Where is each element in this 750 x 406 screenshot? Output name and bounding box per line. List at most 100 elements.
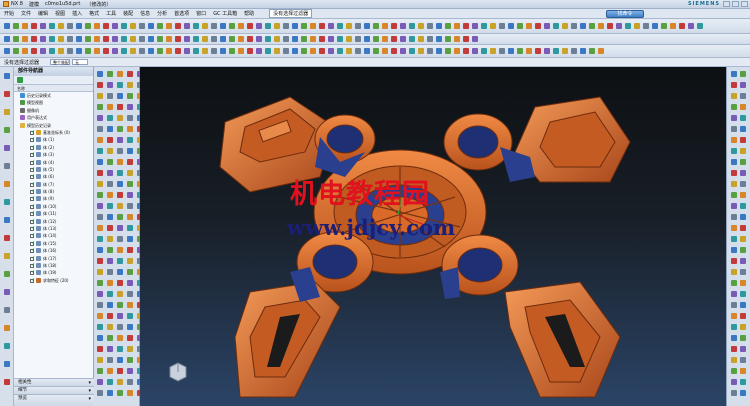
- toolbar-tool-icon[interactable]: [616, 23, 622, 29]
- feature-tool-icon[interactable]: [97, 346, 103, 352]
- toolbar-tool-icon[interactable]: [166, 36, 172, 42]
- toolbar-tool-icon[interactable]: [67, 23, 73, 29]
- feature-tool-icon[interactable]: [117, 258, 123, 264]
- feature-tool-icon[interactable]: [107, 324, 113, 330]
- toolbar-tool-icon[interactable]: [85, 48, 91, 54]
- toolbar-tool-icon[interactable]: [166, 48, 172, 54]
- feature-tool-icon[interactable]: [97, 93, 103, 99]
- toolbar-tool-icon[interactable]: [409, 36, 415, 42]
- toolbar-tool-icon[interactable]: [598, 48, 604, 54]
- toolbar-tool-icon[interactable]: [76, 48, 82, 54]
- feature-tool-icon[interactable]: [97, 390, 103, 396]
- feature-tool-icon[interactable]: [117, 159, 123, 165]
- feature-tool-icon[interactable]: [107, 148, 113, 154]
- pin-icon[interactable]: [17, 77, 23, 83]
- toolbar-tool-icon[interactable]: [409, 23, 415, 29]
- right-tool-icon[interactable]: [740, 313, 746, 319]
- toolbar-tool-icon[interactable]: [229, 48, 235, 54]
- toolbar-tool-icon[interactable]: [175, 23, 181, 29]
- feature-tool-icon[interactable]: [117, 236, 123, 242]
- toolbar-tool-icon[interactable]: [427, 48, 433, 54]
- right-tool-icon[interactable]: [740, 93, 746, 99]
- command-finder-button[interactable]: 找命令: [606, 10, 644, 18]
- menu-format[interactable]: 格式: [89, 10, 99, 17]
- tree-feature[interactable]: ✓ 体 (11): [14, 210, 93, 217]
- toolbar-tool-icon[interactable]: [40, 23, 46, 29]
- feature-tool-icon[interactable]: [127, 280, 133, 286]
- feature-tool-icon[interactable]: [127, 93, 133, 99]
- tree-feature[interactable]: ✓ 体 (3): [14, 151, 93, 158]
- feature-tool-icon[interactable]: [97, 159, 103, 165]
- toolbar-tool-icon[interactable]: [85, 36, 91, 42]
- feature-tool-icon[interactable]: [107, 357, 113, 363]
- toolbar-tool-icon[interactable]: [427, 36, 433, 42]
- toolbar-tool-icon[interactable]: [238, 48, 244, 54]
- tree-feature[interactable]: ✓ 体 (19): [14, 269, 93, 276]
- toolbar-tool-icon[interactable]: [67, 48, 73, 54]
- feature-tool-icon[interactable]: [117, 170, 123, 176]
- menu-help[interactable]: 帮助: [244, 10, 254, 17]
- toolbar-tool-icon[interactable]: [31, 48, 37, 54]
- toolbar-tool-icon[interactable]: [148, 36, 154, 42]
- right-tool-icon[interactable]: [740, 258, 746, 264]
- toolbar-tool-icon[interactable]: [319, 23, 325, 29]
- section-dependencies[interactable]: 相关性 ▾: [14, 378, 94, 386]
- feature-tool-icon[interactable]: [127, 291, 133, 297]
- visibility-checkbox[interactable]: ✓: [30, 196, 35, 202]
- feature-tool-icon[interactable]: [127, 159, 133, 165]
- right-tool-icon[interactable]: [731, 159, 737, 165]
- toolbar-tool-icon[interactable]: [418, 48, 424, 54]
- right-tool-icon[interactable]: [731, 82, 737, 88]
- toolbar-tool-icon[interactable]: [481, 48, 487, 54]
- feature-tool-icon[interactable]: [107, 313, 113, 319]
- toolbar-tool-icon[interactable]: [4, 48, 10, 54]
- feature-tool-icon[interactable]: [127, 258, 133, 264]
- toolbar-tool-icon[interactable]: [445, 48, 451, 54]
- right-tool-icon[interactable]: [731, 181, 737, 187]
- toolbar-tool-icon[interactable]: [49, 23, 55, 29]
- toolbar-tool-icon[interactable]: [139, 48, 145, 54]
- feature-tool-icon[interactable]: [127, 236, 133, 242]
- tree-feature[interactable]: ✓ 体 (9): [14, 195, 93, 202]
- toolbar-tool-icon[interactable]: [562, 48, 568, 54]
- visibility-checkbox[interactable]: ✓: [30, 189, 35, 195]
- toolbar-tool-icon[interactable]: [661, 23, 667, 29]
- right-tool-icon[interactable]: [740, 159, 746, 165]
- feature-tool-icon[interactable]: [117, 225, 123, 231]
- feature-tool-icon[interactable]: [97, 236, 103, 242]
- toolbar-tool-icon[interactable]: [445, 23, 451, 29]
- feature-tool-icon[interactable]: [117, 93, 123, 99]
- right-tool-icon[interactable]: [731, 302, 737, 308]
- feature-tool-icon[interactable]: [107, 170, 113, 176]
- right-tool-icon[interactable]: [731, 148, 737, 154]
- feature-tool-icon[interactable]: [97, 148, 103, 154]
- toolbar-tool-icon[interactable]: [301, 48, 307, 54]
- right-tool-icon[interactable]: [740, 104, 746, 110]
- toolbar-tool-icon[interactable]: [283, 23, 289, 29]
- toolbar-tool-icon[interactable]: [103, 36, 109, 42]
- right-tool-icon[interactable]: [740, 115, 746, 121]
- right-tool-icon[interactable]: [731, 258, 737, 264]
- tree-feature[interactable]: ✓ 体 (8): [14, 188, 93, 195]
- feature-tool-icon[interactable]: [97, 247, 103, 253]
- tree-feature[interactable]: ✓ 体 (18): [14, 262, 93, 269]
- feature-tool-icon[interactable]: [107, 269, 113, 275]
- toolbar-tool-icon[interactable]: [418, 36, 424, 42]
- visibility-checkbox[interactable]: ✓: [30, 240, 35, 246]
- toolbar-tool-icon[interactable]: [4, 36, 10, 42]
- feature-tool-icon[interactable]: [127, 71, 133, 77]
- toolbar-tool-icon[interactable]: [463, 23, 469, 29]
- toolbar-tool-icon[interactable]: [229, 23, 235, 29]
- feature-tool-icon[interactable]: [127, 214, 133, 220]
- toolbar-tool-icon[interactable]: [94, 36, 100, 42]
- toolbar-tool-icon[interactable]: [139, 23, 145, 29]
- feature-tool-icon[interactable]: [127, 148, 133, 154]
- resource-tab-icon[interactable]: [4, 217, 10, 223]
- right-tool-icon[interactable]: [740, 126, 746, 132]
- right-tool-icon[interactable]: [731, 346, 737, 352]
- visibility-checkbox[interactable]: ✓: [30, 255, 35, 261]
- toolbar-tool-icon[interactable]: [526, 23, 532, 29]
- toolbar-tool-icon[interactable]: [454, 48, 460, 54]
- toolbar-tool-icon[interactable]: [58, 23, 64, 29]
- feature-tool-icon[interactable]: [127, 181, 133, 187]
